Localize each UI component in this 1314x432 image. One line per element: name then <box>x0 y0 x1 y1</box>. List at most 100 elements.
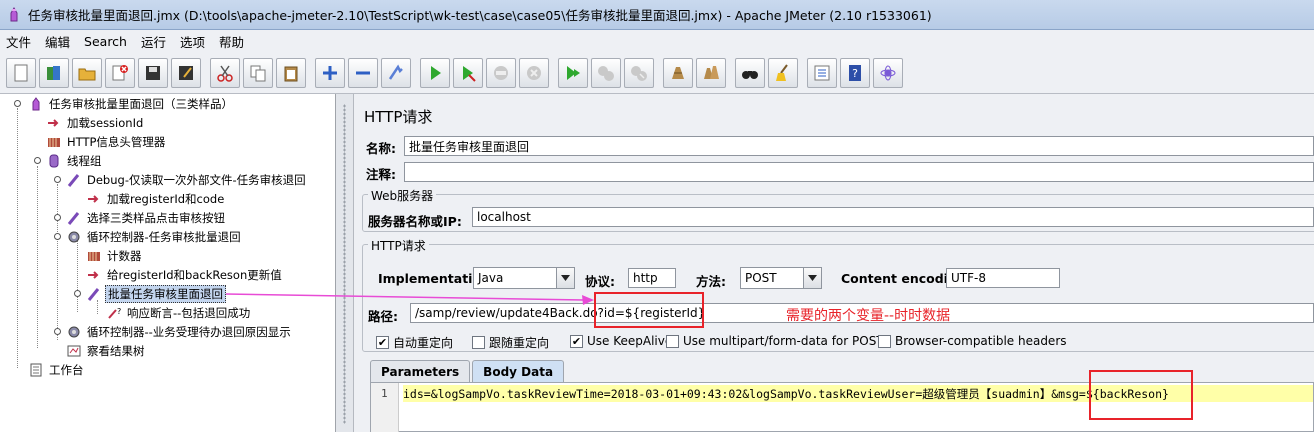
tree-item-loop-controller-2[interactable]: 循环控制器--业务受理待办退回原因显示 <box>66 323 293 341</box>
tab-body-data[interactable]: Body Data <box>472 360 565 382</box>
window-title: 任务审核批量里面退回.jmx (D:\tools\apache-jmeter-2… <box>28 8 932 23</box>
browser-headers-checkbox[interactable]: Browser-compatible headers <box>878 334 1067 348</box>
open-button[interactable] <box>72 57 102 88</box>
implementation-select[interactable]: Java <box>473 267 575 289</box>
remote-start-icon <box>567 65 580 80</box>
assertion-icon: ? <box>106 305 122 321</box>
config-icon <box>46 134 62 150</box>
tree-item-batch-return[interactable]: 批量任务审核里面退回 <box>86 285 226 303</box>
cut-button[interactable] <box>210 57 240 88</box>
new-button[interactable] <box>6 57 36 88</box>
menu-edit[interactable]: 编辑 <box>45 32 70 51</box>
tree-item-label: 给registerId和backReson更新值 <box>107 268 282 282</box>
save-button[interactable] <box>138 57 168 88</box>
help-button[interactable]: ? <box>840 57 870 88</box>
expand-button[interactable] <box>315 57 345 88</box>
about-icon <box>880 65 896 80</box>
menu-file[interactable]: 文件 <box>6 32 31 51</box>
tree-item-header-manager[interactable]: HTTP信息头管理器 <box>46 133 167 151</box>
protocol-field[interactable]: http <box>628 268 676 288</box>
preprocessor-icon <box>46 115 62 131</box>
listener-icon <box>66 343 82 359</box>
search-button[interactable] <box>735 57 765 88</box>
cut-icon <box>217 65 233 82</box>
tree-item-load-register[interactable]: 加载registerId和code <box>86 190 226 208</box>
tree-item-thread-group[interactable]: 线程组 <box>46 152 104 170</box>
menu-help[interactable]: 帮助 <box>219 32 244 51</box>
menu-run[interactable]: 运行 <box>141 32 166 51</box>
tree-item-label: HTTP信息头管理器 <box>67 135 166 149</box>
start-button[interactable] <box>420 57 450 88</box>
tab-parameters[interactable]: Parameters <box>370 360 471 382</box>
close-icon <box>112 64 128 80</box>
multipart-checkbox[interactable]: Use multipart/form-data for POST <box>666 334 884 348</box>
annotation-text: 需要的两个变量--时时数据 <box>786 308 951 324</box>
preprocessor-icon <box>86 191 102 207</box>
remote-stop-button[interactable] <box>591 57 621 88</box>
templates-button[interactable] <box>39 57 69 88</box>
collapse-button[interactable] <box>348 57 378 88</box>
tree-item-assertion[interactable]: ? 响应断言--包括退回成功 <box>106 304 252 322</box>
expand-handle[interactable] <box>53 232 62 241</box>
remote-shutdown-icon <box>631 65 647 81</box>
expand-handle[interactable] <box>13 99 22 108</box>
checkbox-box <box>878 334 891 348</box>
tree-item-results-tree[interactable]: 察看结果树 <box>66 342 147 360</box>
tree-item-testplan[interactable]: 任务审核批量里面退回（三类样品） <box>28 95 235 113</box>
method-label: 方法: <box>696 274 726 289</box>
panel-splitter[interactable] <box>336 94 354 432</box>
expand-handle[interactable] <box>53 175 62 184</box>
remote-start-button[interactable] <box>558 57 588 88</box>
tree-item-debug[interactable]: Debug-仅读取一次外部文件-任务审核退回 <box>66 171 308 189</box>
stop-button[interactable] <box>486 57 516 88</box>
tree-item-counter[interactable]: 计数器 <box>86 247 144 265</box>
start-no-pause-icon <box>463 65 476 82</box>
start-icon <box>431 65 441 80</box>
method-select[interactable]: POST <box>740 267 822 289</box>
tree-item-update-values[interactable]: 给registerId和backReson更新值 <box>86 266 284 284</box>
chevron-down-icon <box>803 268 821 288</box>
clear-all-button[interactable] <box>696 57 726 88</box>
function-helper-button[interactable] <box>807 57 837 88</box>
close-button[interactable] <box>105 57 135 88</box>
menu-search[interactable]: Search <box>84 34 127 49</box>
shutdown-button[interactable] <box>519 57 549 88</box>
expand-handle[interactable] <box>53 213 62 222</box>
tree-item-workbench[interactable]: 工作台 <box>28 361 86 379</box>
encoding-field[interactable]: UTF-8 <box>946 268 1060 288</box>
clear-button[interactable] <box>663 57 693 88</box>
preprocessor-icon <box>86 267 102 283</box>
threadgroup-icon <box>46 153 62 169</box>
server-field[interactable]: localhost <box>472 207 1314 227</box>
tree-item-loop-controller-1[interactable]: 循环控制器-任务审核批量退回 <box>66 228 243 246</box>
menu-options[interactable]: 选项 <box>180 32 205 51</box>
sampler-icon <box>66 210 82 226</box>
expand-handle[interactable] <box>53 327 62 336</box>
test-plan-tree[interactable]: 任务审核批量里面退回（三类样品） 加载sessionId HTTP信息头管理器 … <box>0 94 336 432</box>
testplan-icon <box>28 96 44 112</box>
expand-handle[interactable] <box>73 289 82 298</box>
auto-redirect-checkbox[interactable]: ✔ 自动重定向 <box>376 334 453 351</box>
save-as-button[interactable] <box>171 57 201 88</box>
name-field[interactable]: 批量任务审核里面退回 <box>404 136 1314 156</box>
tree-item-label: 工作台 <box>49 363 84 377</box>
checkbox-box: ✔ <box>376 336 389 349</box>
about-button[interactable] <box>873 57 903 88</box>
keepalive-checkbox[interactable]: ✔ Use KeepAlive <box>570 334 672 348</box>
toggle-button[interactable] <box>381 57 411 88</box>
start-no-pause-button[interactable] <box>453 57 483 88</box>
follow-redirect-checkbox[interactable]: 跟随重定向 <box>472 334 549 351</box>
comment-field[interactable] <box>404 162 1314 182</box>
expand-handle[interactable] <box>33 156 42 165</box>
checkbox-label: 跟随重定向 <box>489 336 550 350</box>
tree-item-label: 响应断言--包括退回成功 <box>127 306 251 320</box>
name-label: 名称: <box>366 141 396 156</box>
reset-search-button[interactable] <box>768 57 798 88</box>
tree-item-load-session[interactable]: 加载sessionId <box>46 114 145 132</box>
clear-all-icon <box>704 65 719 79</box>
remote-shutdown-button[interactable] <box>624 57 654 88</box>
copy-button[interactable] <box>243 57 273 88</box>
tree-item-select-samples[interactable]: 选择三类样品点击审核按钮 <box>66 209 227 227</box>
paste-button[interactable] <box>276 57 306 88</box>
collapse-icon <box>356 71 370 74</box>
